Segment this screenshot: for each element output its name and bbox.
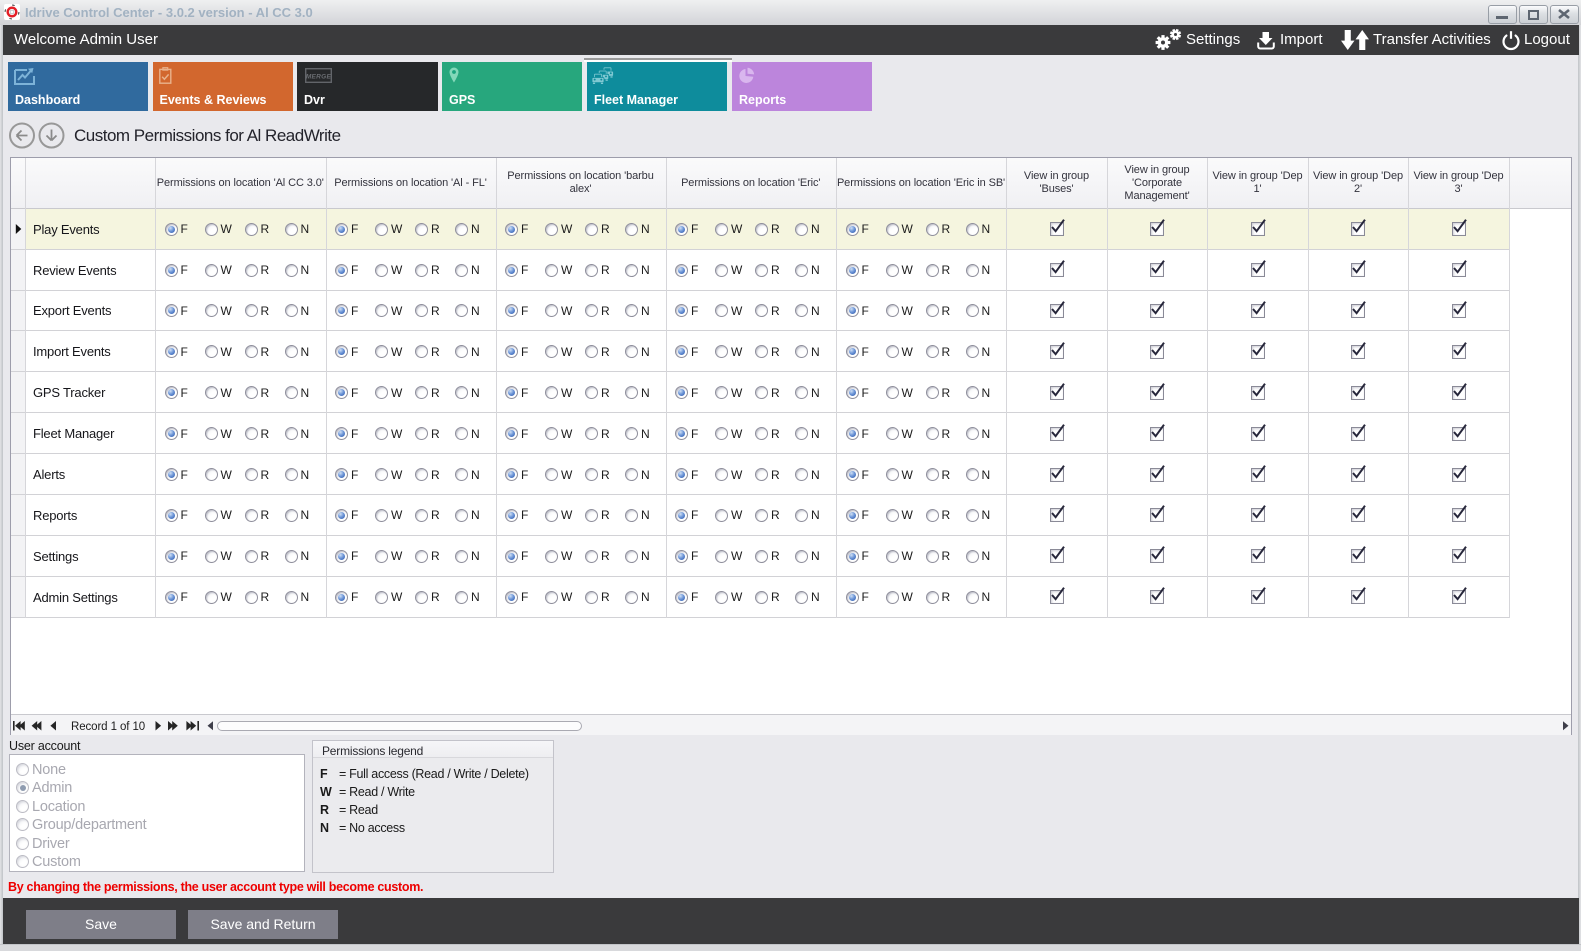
svg-text:MERGE: MERGE [305, 74, 331, 81]
